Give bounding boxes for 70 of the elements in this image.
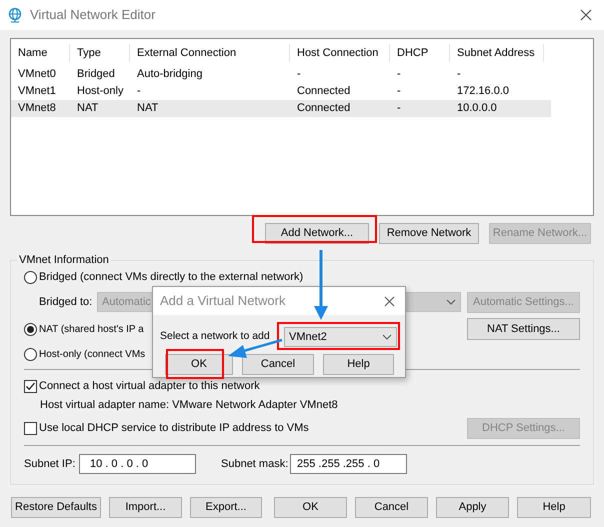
highlight-frame xyxy=(166,349,224,379)
arrow xyxy=(228,338,282,358)
button[interactable]: Apply xyxy=(436,497,509,518)
field-label: Select a network to add xyxy=(160,329,271,344)
radio-label[interactable]: Bridged (connect VMs directly to the external network) xyxy=(39,268,304,286)
button[interactable]: Remove Network xyxy=(379,223,479,244)
button[interactable]: OK xyxy=(165,354,233,375)
table-row[interactable]: VMnet0 Bridged Auto-bridging - - - xyxy=(11,66,551,83)
table-cell-text: Auto-bridging xyxy=(136,67,204,82)
column-header[interactable]: DHCP xyxy=(390,44,450,62)
dropdown-value: Automatic xyxy=(102,294,151,310)
column-header[interactable]: Subnet Address xyxy=(450,44,544,62)
table-cell-text: VMnet1 xyxy=(17,84,57,100)
close-icon[interactable] xyxy=(384,296,395,306)
radio-button[interactable] xyxy=(24,270,37,284)
column-header[interactable]: Type xyxy=(70,44,130,62)
table-cell-text: VMnet0 xyxy=(17,67,57,82)
button[interactable]: Export... xyxy=(190,497,262,518)
column-header[interactable]: External Connection xyxy=(130,44,290,62)
table-cell-text: NAT xyxy=(76,101,100,116)
button[interactable]: Cancel xyxy=(355,497,428,518)
table-cell-text: 172.16.0.0 xyxy=(456,84,510,100)
table-cell-text: - xyxy=(396,67,402,82)
adapter-name-text: Host virtual adapter name: VMware Network Adapter VMnet8 xyxy=(40,398,338,413)
button[interactable]: Add Network... xyxy=(265,223,369,244)
column-header[interactable]: Name xyxy=(11,44,70,62)
table-cell-text: Host-only xyxy=(76,84,124,100)
table-row[interactable]: VMnet8 NAT NAT Connected - 10.0.0.0 xyxy=(11,100,551,117)
field-label: Subnet mask: xyxy=(221,456,290,472)
radio-label[interactable]: NAT (shared host's IP a xyxy=(39,322,144,336)
dialog-title: Add a Virtual Network xyxy=(160,292,286,310)
table-cell-text: - xyxy=(456,67,462,82)
field-label: Subnet IP: xyxy=(24,456,76,472)
dropdown-value: VMnet2 xyxy=(289,330,327,345)
table-cell-text: VMnet8 xyxy=(17,101,57,116)
table-cell-text: - xyxy=(396,84,402,100)
button[interactable]: Import... xyxy=(109,497,182,518)
table-cell-text: - xyxy=(296,67,302,82)
radio-button[interactable] xyxy=(24,348,37,360)
table-cell-text: NAT xyxy=(136,101,160,116)
radio-label[interactable]: Host-only (connect VMs xyxy=(39,346,146,362)
table-cell-text: Bridged xyxy=(76,67,116,82)
table-cell-text: - xyxy=(396,101,402,116)
checkbox-label[interactable]: Connect a host virtual adapter to this network xyxy=(39,378,260,394)
radio-button[interactable] xyxy=(24,322,37,336)
subnet-mask-field[interactable]: 255 .255 .255 . 0 xyxy=(290,454,407,474)
table-cell-text: - xyxy=(136,84,142,100)
window-title: Virtual Network Editor xyxy=(30,6,156,24)
checkbox[interactable] xyxy=(24,380,37,392)
button[interactable]: Restore Defaults xyxy=(11,497,101,518)
column-header[interactable]: Host Connection xyxy=(290,44,390,62)
button[interactable]: NAT Settings... xyxy=(467,318,580,340)
table-cell-text: Connected xyxy=(296,84,352,100)
table-cell-text: Connected xyxy=(296,101,352,116)
close-icon[interactable] xyxy=(580,9,592,21)
field-label: Bridged to: xyxy=(39,294,94,310)
checkbox[interactable] xyxy=(24,422,37,434)
button[interactable]: OK xyxy=(274,497,347,518)
ip-address-field[interactable]: 10 . 0 . 0 . 0 xyxy=(79,454,196,474)
button[interactable]: Cancel xyxy=(242,354,314,375)
caret-icon xyxy=(382,334,392,340)
arrow xyxy=(314,250,328,320)
button[interactable]: Help xyxy=(517,497,591,518)
button[interactable]: Help xyxy=(323,354,394,375)
globe-icon xyxy=(7,7,23,23)
checkbox-label[interactable]: Use local DHCP service to distribute IP address to VMs xyxy=(39,420,309,436)
caret-icon xyxy=(446,299,456,305)
table-cell-text: 10.0.0.0 xyxy=(456,101,498,116)
table-row[interactable]: VMnet1 Host-only - Connected - 172.16.0.0 xyxy=(11,83,551,100)
network-dropdown[interactable]: VMnet2 xyxy=(284,327,397,347)
